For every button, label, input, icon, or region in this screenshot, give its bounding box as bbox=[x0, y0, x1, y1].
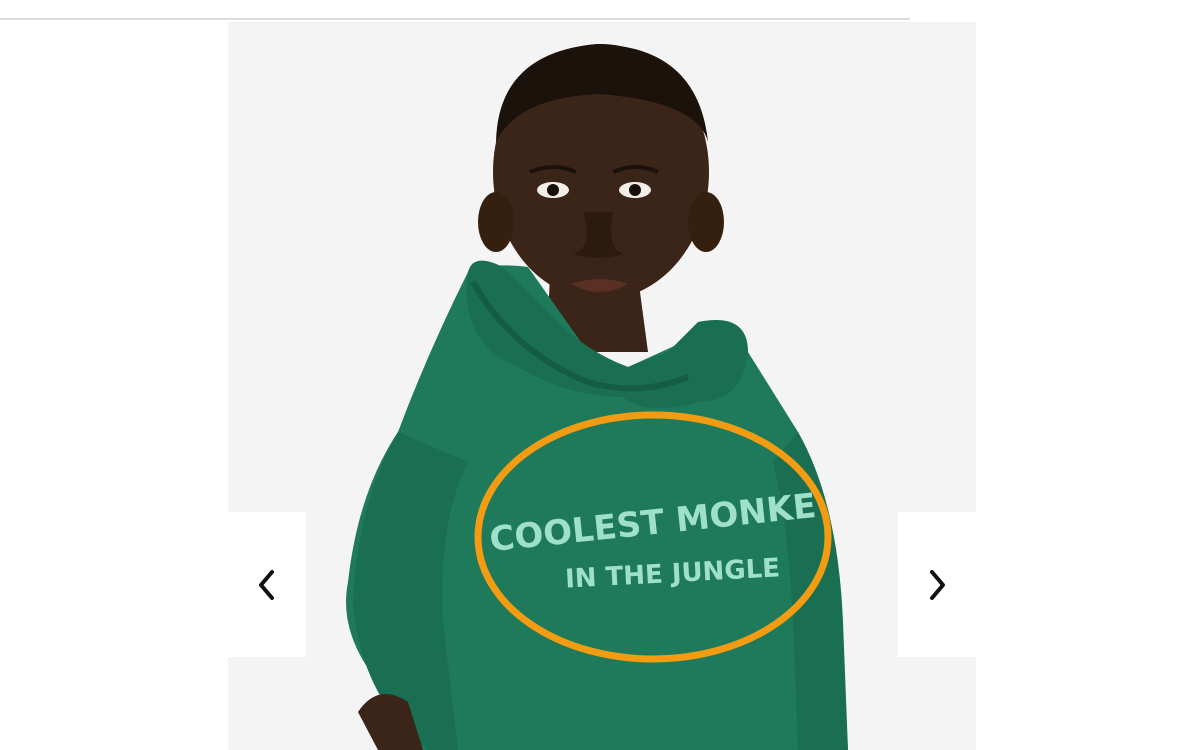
search-bar-edge bbox=[0, 0, 910, 20]
chevron-left-icon bbox=[259, 569, 274, 600]
product-image-gallery: COOLEST MONKE IN THE JUNGLE bbox=[228, 22, 976, 750]
next-image-button[interactable] bbox=[898, 512, 976, 657]
product-photo: COOLEST MONKE IN THE JUNGLE bbox=[228, 22, 976, 750]
previous-image-button[interactable] bbox=[228, 512, 306, 657]
chevron-right-icon bbox=[930, 569, 945, 600]
